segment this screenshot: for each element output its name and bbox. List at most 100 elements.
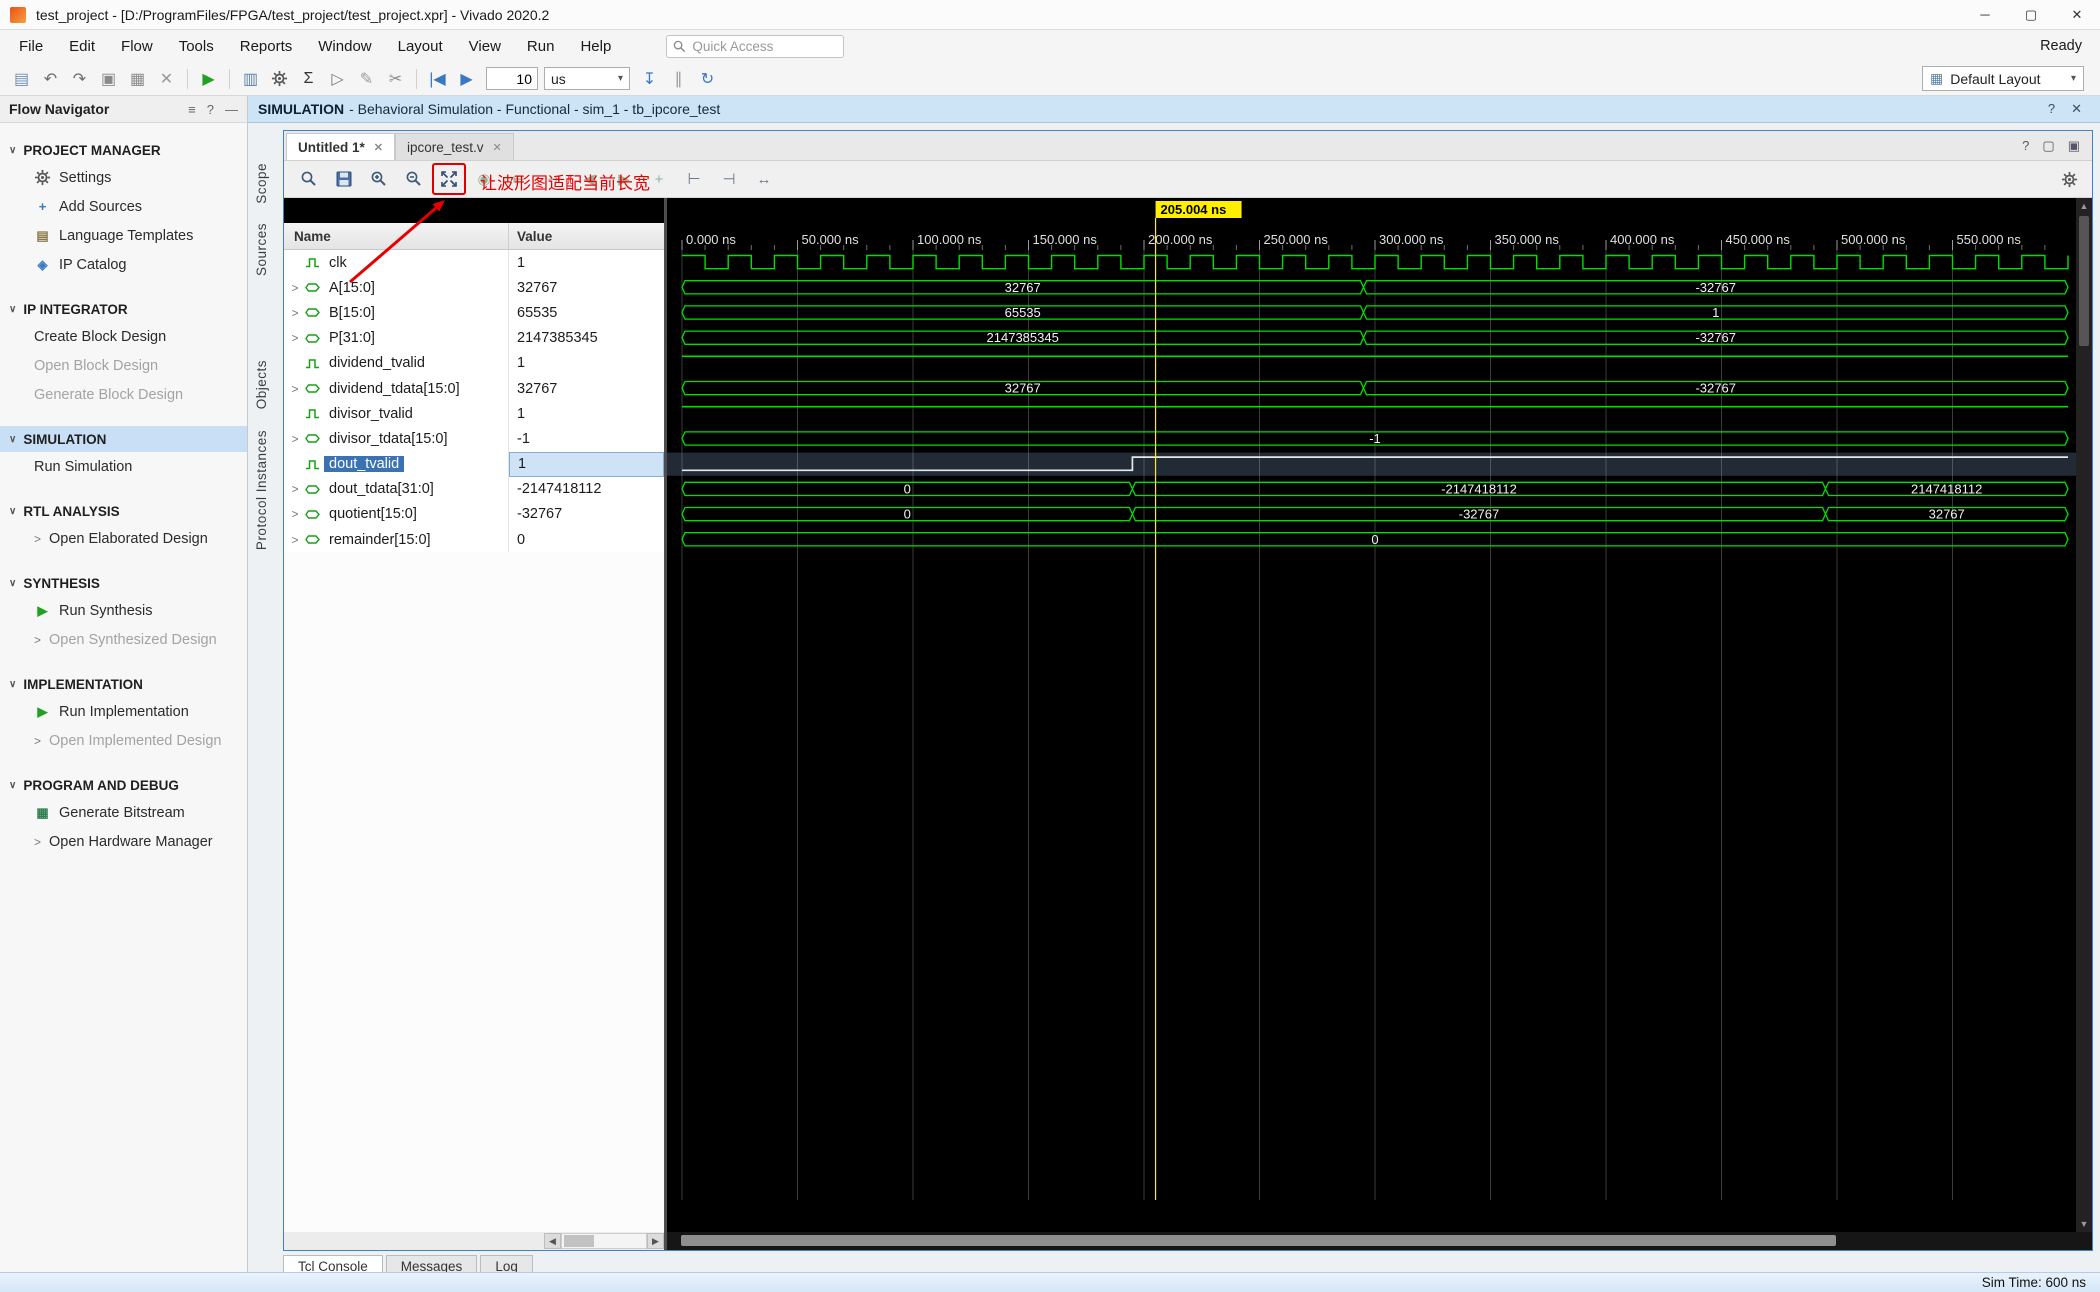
expand-chevron-icon[interactable]: >	[289, 306, 301, 320]
scroll-up-icon[interactable]: ▲	[2076, 198, 2092, 214]
zoom-in-icon[interactable]	[366, 166, 392, 192]
expand-chevron-icon[interactable]: >	[289, 507, 301, 521]
signal-row-quotient-15-0[interactable]: > quotient[15:0] -32767	[284, 501, 664, 528]
scroll-down-icon[interactable]: ▼	[2076, 1216, 2092, 1232]
scroll-left-icon[interactable]: ◀	[544, 1233, 561, 1249]
signal-row-dividend-tvalid[interactable]: dividend_tvalid 1	[284, 350, 664, 376]
vertical-scrollbar[interactable]: ▲ ▼	[2076, 198, 2092, 1232]
section-collapse-icon[interactable]: ∨	[9, 780, 16, 791]
help-icon[interactable]: ?	[2048, 101, 2055, 117]
flow-section-header-synthesis[interactable]: ∨ SYNTHESIS	[0, 570, 247, 596]
sigma-icon[interactable]: Σ	[295, 65, 322, 92]
maximize-window-icon[interactable]: ▣	[2068, 138, 2080, 154]
quick-access-search[interactable]: Quick Access	[666, 34, 845, 58]
menu-layout[interactable]: Layout	[385, 33, 456, 60]
run-all-icon[interactable]: ▶	[453, 65, 480, 92]
close-tab-icon[interactable]: ✕	[374, 141, 383, 154]
expand-chevron-icon[interactable]: >	[289, 281, 301, 295]
name-panel-scrollbar[interactable]: ◀ ▶	[284, 1232, 667, 1250]
side-tab-sources[interactable]: Sources	[254, 223, 269, 276]
nav-item-generate-bitstream[interactable]: ▦ Generate Bitstream	[0, 798, 247, 827]
measure-icon[interactable]: ↔	[751, 166, 777, 192]
menu-reports[interactable]: Reports	[227, 33, 306, 60]
value-column-header[interactable]: Value	[509, 223, 664, 249]
section-collapse-icon[interactable]: ∨	[9, 434, 16, 445]
menu-tools[interactable]: Tools	[166, 33, 227, 60]
signal-row-divisor-tvalid[interactable]: divisor_tvalid 1	[284, 401, 664, 427]
open-file-icon[interactable]: ▤	[8, 65, 35, 92]
nav-item-run-synthesis[interactable]: ▶ Run Synthesis	[0, 596, 247, 625]
cut-icon[interactable]: ✂	[382, 65, 409, 92]
nav-item-settings[interactable]: Settings	[0, 163, 247, 192]
find-icon[interactable]	[296, 166, 322, 192]
nav-item-ip-catalog[interactable]: ◈ IP Catalog	[0, 250, 247, 279]
flow-section-header-ip-integrator[interactable]: ∨ IP INTEGRATOR	[0, 296, 247, 322]
run-button[interactable]: ▶	[195, 65, 222, 92]
section-collapse-icon[interactable]: ∨	[9, 304, 16, 315]
signal-row-remainder-15-0[interactable]: > remainder[15:0] 0	[284, 527, 664, 553]
side-tab-objects[interactable]: Objects	[254, 360, 269, 409]
redo-icon[interactable]: ↷	[66, 65, 93, 92]
menu-view[interactable]: View	[456, 33, 514, 60]
expand-chevron-icon[interactable]: >	[289, 432, 301, 446]
collapse-panel-icon[interactable]: —	[225, 102, 238, 117]
signal-row-divisor-tdata-15-0[interactable]: > divisor_tdata[15:0] -1	[284, 426, 664, 452]
nav-item-add-sources[interactable]: + Add Sources	[0, 192, 247, 221]
wave-scrollbar[interactable]	[667, 1232, 2076, 1250]
run-time-input[interactable]	[486, 67, 538, 90]
expand-chevron-icon[interactable]: >	[289, 331, 301, 345]
zoom-fit-button[interactable]	[432, 163, 466, 195]
name-scroll-track[interactable]	[561, 1233, 647, 1249]
edit-icon[interactable]: ✎	[353, 65, 380, 92]
maximize-button[interactable]: ▢	[2008, 0, 2054, 30]
step-icon[interactable]: ↧	[636, 65, 663, 92]
flow-section-header-project-manager[interactable]: ∨ PROJECT MANAGER	[0, 137, 247, 163]
menu-file[interactable]: File	[6, 33, 56, 60]
menu-icon[interactable]: ≡	[188, 102, 196, 117]
name-column-header[interactable]: Name	[284, 223, 509, 249]
section-collapse-icon[interactable]: ∨	[9, 506, 16, 517]
signal-row-dout-tdata-31-0[interactable]: > dout_tdata[31:0] -2147418112	[284, 476, 664, 502]
nav-item-open-elaborated-design[interactable]: > Open Elaborated Design	[0, 524, 247, 553]
help-icon[interactable]: ?	[207, 102, 214, 117]
minimize-button[interactable]: ─	[1962, 0, 2008, 30]
close-button[interactable]: ✕	[2054, 0, 2100, 30]
signal-row-p-31-0[interactable]: > P[31:0] 2147385345	[284, 325, 664, 351]
nav-item-create-block-design[interactable]: Create Block Design	[0, 322, 247, 351]
undo-icon[interactable]: ↶	[37, 65, 64, 92]
waveform-canvas[interactable]: 0.000 ns 50.000 ns 100.000 ns 150.000 ns 200…	[667, 198, 2076, 1232]
close-tab-icon[interactable]: ✕	[493, 141, 502, 154]
expand-chevron-icon[interactable]: >	[289, 382, 301, 396]
menu-help[interactable]: Help	[567, 33, 624, 60]
signal-row-dividend-tdata-15-0[interactable]: > dividend_tdata[15:0] 32767	[284, 375, 664, 402]
signal-row-dout-tvalid[interactable]: dout_tvalid 1	[284, 451, 664, 477]
nav-item-language-templates[interactable]: ▤ Language Templates	[0, 221, 247, 250]
tab-ipcore-test-v[interactable]: ipcore_test.v ✕	[394, 133, 514, 160]
paste-icon[interactable]: ▦	[124, 65, 151, 92]
signal-row-a-15-0[interactable]: > A[15:0] 32767	[284, 275, 664, 301]
tab-untitled-1[interactable]: Untitled 1* ✕	[286, 133, 395, 160]
help-icon[interactable]: ?	[2022, 138, 2029, 153]
run-time-unit-select[interactable]: us ▾	[544, 67, 630, 90]
report-icon[interactable]: ▥	[237, 65, 264, 92]
flow-section-header-simulation[interactable]: ∨ SIMULATION	[0, 426, 247, 452]
signal-row-clk[interactable]: clk 1	[284, 250, 664, 276]
vertical-scroll-thumb[interactable]	[2079, 216, 2089, 346]
zoom-out-icon[interactable]	[401, 166, 427, 192]
delete-icon[interactable]: ✕	[153, 65, 180, 92]
wave-scroll-thumb[interactable]	[681, 1235, 1837, 1246]
flow-section-header-rtl-analysis[interactable]: ∨ RTL ANALYSIS	[0, 498, 247, 524]
menu-flow[interactable]: Flow	[108, 33, 166, 60]
close-banner-icon[interactable]: ✕	[2071, 101, 2082, 117]
side-tab-protocol-instances[interactable]: Protocol Instances	[254, 430, 269, 550]
expand-chevron-icon[interactable]: >	[289, 533, 301, 547]
layout-select[interactable]: ▦ Default Layout ▾	[1922, 66, 2084, 91]
menu-window[interactable]: Window	[305, 33, 384, 60]
scroll-right-icon[interactable]: ▶	[647, 1233, 664, 1249]
probe-icon[interactable]: ▷	[324, 65, 351, 92]
side-tab-scope[interactable]: Scope	[254, 163, 269, 204]
swap-cursor-icon[interactable]: ⊢	[681, 166, 707, 192]
name-scroll-thumb[interactable]	[564, 1235, 594, 1247]
flow-section-header-implementation[interactable]: ∨ IMPLEMENTATION	[0, 671, 247, 697]
expand-chevron-icon[interactable]: >	[289, 482, 301, 496]
